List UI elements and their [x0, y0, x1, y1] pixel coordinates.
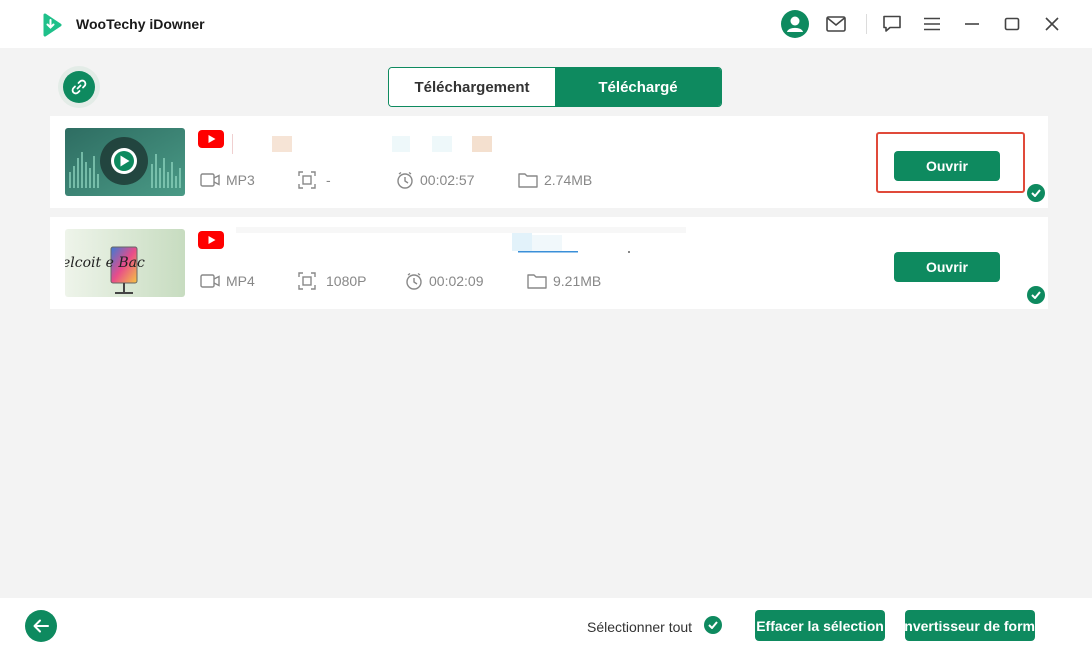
select-all-checkbox[interactable] [704, 616, 722, 634]
tab-downloading[interactable]: Téléchargement [389, 68, 555, 106]
close-icon [1045, 17, 1059, 31]
title-bar: WooTechy iDowner [0, 0, 1092, 48]
selected-check-icon[interactable] [1027, 286, 1045, 304]
media-title-redacted [232, 227, 692, 253]
audio-thumbnail[interactable] [65, 128, 185, 196]
mail-button[interactable] [822, 10, 850, 38]
video-format-icon [200, 274, 220, 288]
duration-value: 00:02:57 [420, 172, 475, 188]
download-item: elcoit e Bac MP4 1080P 00:02:09 9.21MB O… [50, 217, 1048, 309]
media-title-redacted [232, 134, 552, 154]
titlebar-divider [866, 14, 867, 34]
mail-icon [826, 16, 846, 32]
size-info: 2.74MB [518, 170, 592, 190]
paste-link-button[interactable] [58, 66, 100, 108]
arrow-left-icon [33, 619, 49, 633]
clock-icon [397, 171, 413, 189]
youtube-icon [198, 231, 224, 249]
resolution-icon [298, 171, 316, 189]
duration-info: 00:02:57 [396, 170, 475, 190]
clock-icon [406, 272, 422, 290]
resolution-icon [298, 272, 316, 290]
download-tabs: Téléchargement Téléchargé [388, 67, 722, 107]
format-value: MP3 [226, 172, 255, 188]
back-button[interactable] [25, 610, 57, 642]
folder-icon [527, 274, 547, 289]
feedback-button[interactable] [878, 10, 906, 38]
video-format-icon [200, 173, 220, 187]
open-button[interactable]: Ouvrir [894, 252, 1000, 282]
converter-button[interactable]: onvertisseur de form [905, 610, 1035, 641]
thumbnail-text: elcoit e Bac [65, 255, 145, 271]
format-info: MP3 [200, 170, 255, 190]
bottom-bar: Sélectionner tout Effacer la sélection o… [0, 598, 1092, 652]
menu-button[interactable] [918, 10, 946, 38]
chat-icon [883, 15, 901, 32]
menu-icon [924, 17, 940, 31]
link-icon [71, 79, 87, 95]
size-info: 9.21MB [527, 271, 601, 291]
format-value: MP4 [226, 273, 255, 289]
youtube-icon [198, 130, 224, 148]
size-value: 2.74MB [544, 172, 593, 188]
selected-check-icon[interactable] [1027, 184, 1045, 202]
maximize-button[interactable] [998, 10, 1026, 38]
folder-icon [518, 173, 538, 188]
resolution-info: - [298, 170, 331, 190]
highlight-box [876, 132, 1025, 193]
clear-selection-button[interactable]: Effacer la sélection [755, 610, 885, 641]
user-icon [781, 10, 809, 38]
resolution-info: 1080P [298, 271, 366, 291]
minimize-icon [965, 23, 979, 25]
duration-info: 00:02:09 [405, 271, 484, 291]
account-button[interactable] [781, 10, 809, 38]
select-all-label: Sélectionner tout [587, 619, 693, 635]
maximize-icon [1004, 17, 1020, 31]
resolution-value: - [326, 172, 331, 188]
app-logo-icon [43, 13, 62, 37]
tab-downloaded[interactable]: Téléchargé [555, 68, 721, 106]
check-icon [708, 621, 718, 629]
size-value: 9.21MB [553, 273, 602, 289]
close-button[interactable] [1038, 10, 1066, 38]
minimize-button[interactable] [958, 10, 986, 38]
format-info: MP4 [200, 271, 255, 291]
video-thumbnail[interactable]: elcoit e Bac [65, 229, 185, 297]
duration-value: 00:02:09 [429, 273, 484, 289]
resolution-value: 1080P [326, 273, 367, 289]
app-title: WooTechy iDowner [76, 16, 205, 32]
